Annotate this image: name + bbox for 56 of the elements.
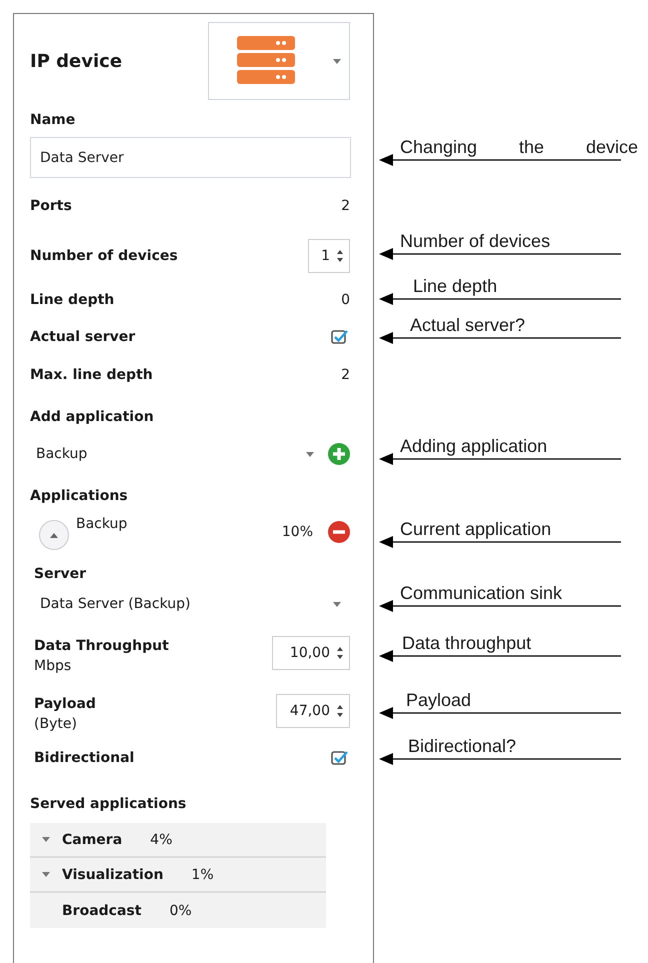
application-share: 1%: [191, 866, 214, 882]
remove-icon[interactable]: [328, 521, 350, 543]
caret-icon: [42, 872, 50, 877]
field-label: Bidirectional: [34, 749, 134, 768]
annotation-label: Actual server?: [410, 314, 526, 336]
property-label: Actual server: [30, 328, 136, 347]
property-value: 0: [341, 292, 350, 308]
annotation-label: Payload: [406, 689, 472, 711]
collapse-button[interactable]: [39, 520, 69, 550]
annotation-label: Line depth: [413, 275, 498, 297]
caret-icon: [333, 58, 341, 64]
add-icon[interactable]: [328, 443, 350, 465]
application-name: Backup: [76, 516, 128, 532]
caret-icon: [42, 837, 50, 842]
application-dropdown[interactable]: Backup: [30, 439, 320, 469]
panel-title: IP device: [30, 50, 122, 72]
annotation-label: Data throughput: [402, 632, 532, 654]
annotation-label: Bidirectional?: [408, 735, 516, 757]
application-name: Broadcast: [62, 902, 142, 918]
property-label: Line depth: [30, 291, 114, 310]
property-label: Ports: [30, 197, 72, 216]
throughput-spinner[interactable]: 10,00: [272, 636, 350, 670]
unit-label: (Byte): [34, 715, 78, 734]
section-label: Applications: [30, 487, 129, 506]
checked-checkbox[interactable]: [331, 750, 349, 766]
property-value: 2: [341, 198, 350, 214]
number-spinner[interactable]: 1: [308, 239, 350, 273]
field-label: Data Throughput: [34, 637, 169, 656]
application-share: 0%: [169, 902, 192, 918]
payload-spinner[interactable]: 47,00: [276, 694, 350, 728]
property-label: Max. line depth: [30, 366, 153, 385]
caret-icon: [50, 532, 58, 538]
annotation-label: Changing the device: [400, 136, 638, 158]
annotation-label: Adding application: [400, 435, 548, 457]
annotation-label: Number of devices: [400, 230, 550, 252]
checked-checkbox[interactable]: [331, 329, 349, 345]
application-share: 4%: [150, 832, 172, 848]
application-name: Camera: [62, 832, 122, 848]
server-icon: [237, 36, 295, 86]
application-share: 10%: [282, 524, 313, 540]
section-label: Add application: [30, 408, 155, 427]
annotation-label: Communication sink: [400, 582, 562, 604]
field-label: Payload: [34, 695, 96, 714]
application-name: Visualization: [62, 866, 164, 882]
section-label: Served applications: [30, 795, 188, 814]
field-label: Server: [34, 565, 88, 584]
property-label: Number of devices: [30, 247, 178, 266]
annotation-label: Current application: [400, 518, 552, 540]
field-label: Name: [30, 111, 76, 130]
unit-label: Mbps: [34, 657, 72, 676]
server-dropdown[interactable]: Data Server (Backup): [34, 589, 350, 619]
property-value: 2: [341, 367, 350, 383]
device-dropdown[interactable]: [208, 22, 350, 100]
name-field[interactable]: Data Server: [30, 137, 351, 178]
caret-icon: [333, 602, 341, 606]
caret-icon: [306, 452, 314, 456]
